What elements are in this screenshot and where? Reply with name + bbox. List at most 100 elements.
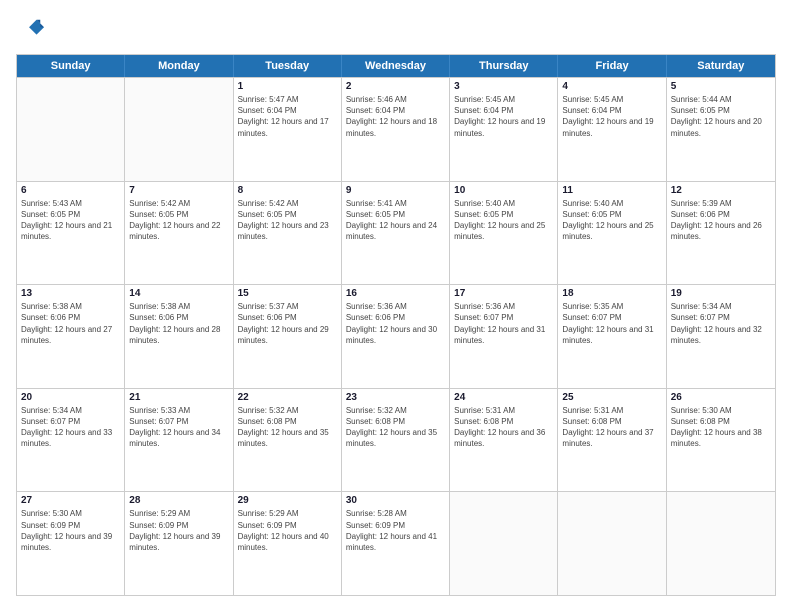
sunset-text: Sunset: 6:06 PM	[346, 312, 445, 323]
sunrise-text: Sunrise: 5:31 AM	[562, 405, 661, 416]
calendar-week-row: 20Sunrise: 5:34 AMSunset: 6:07 PMDayligh…	[17, 388, 775, 492]
calendar-day-header: Sunday	[17, 55, 125, 77]
day-number: 7	[129, 185, 228, 196]
daylight-text: Daylight: 12 hours and 37 minutes.	[562, 427, 661, 449]
sunset-text: Sunset: 6:08 PM	[346, 416, 445, 427]
daylight-text: Daylight: 12 hours and 34 minutes.	[129, 427, 228, 449]
calendar-body: 1Sunrise: 5:47 AMSunset: 6:04 PMDaylight…	[17, 77, 775, 595]
calendar-week-row: 27Sunrise: 5:30 AMSunset: 6:09 PMDayligh…	[17, 491, 775, 595]
daylight-text: Daylight: 12 hours and 20 minutes.	[671, 116, 771, 138]
daylight-text: Daylight: 12 hours and 22 minutes.	[129, 220, 228, 242]
sunset-text: Sunset: 6:07 PM	[129, 416, 228, 427]
calendar-day-header: Wednesday	[342, 55, 450, 77]
daylight-text: Daylight: 12 hours and 35 minutes.	[238, 427, 337, 449]
daylight-text: Daylight: 12 hours and 39 minutes.	[129, 531, 228, 553]
logo-icon	[16, 16, 44, 44]
calendar-cell: 13Sunrise: 5:38 AMSunset: 6:06 PMDayligh…	[17, 285, 125, 388]
day-number: 13	[21, 288, 120, 299]
sunrise-text: Sunrise: 5:29 AM	[129, 508, 228, 519]
sunrise-text: Sunrise: 5:40 AM	[562, 198, 661, 209]
daylight-text: Daylight: 12 hours and 24 minutes.	[346, 220, 445, 242]
day-number: 18	[562, 288, 661, 299]
sunset-text: Sunset: 6:04 PM	[238, 105, 337, 116]
calendar-cell	[450, 492, 558, 595]
calendar-cell: 25Sunrise: 5:31 AMSunset: 6:08 PMDayligh…	[558, 389, 666, 492]
day-number: 8	[238, 185, 337, 196]
calendar-week-row: 1Sunrise: 5:47 AMSunset: 6:04 PMDaylight…	[17, 77, 775, 181]
daylight-text: Daylight: 12 hours and 26 minutes.	[671, 220, 771, 242]
calendar-cell: 14Sunrise: 5:38 AMSunset: 6:06 PMDayligh…	[125, 285, 233, 388]
day-number: 5	[671, 81, 771, 92]
sunrise-text: Sunrise: 5:45 AM	[562, 94, 661, 105]
calendar-cell: 5Sunrise: 5:44 AMSunset: 6:05 PMDaylight…	[667, 78, 775, 181]
sunset-text: Sunset: 6:05 PM	[346, 209, 445, 220]
sunrise-text: Sunrise: 5:45 AM	[454, 94, 553, 105]
calendar-week-row: 13Sunrise: 5:38 AMSunset: 6:06 PMDayligh…	[17, 284, 775, 388]
calendar-cell: 15Sunrise: 5:37 AMSunset: 6:06 PMDayligh…	[234, 285, 342, 388]
sunrise-text: Sunrise: 5:42 AM	[238, 198, 337, 209]
calendar-cell: 28Sunrise: 5:29 AMSunset: 6:09 PMDayligh…	[125, 492, 233, 595]
day-number: 26	[671, 392, 771, 403]
sunset-text: Sunset: 6:09 PM	[21, 520, 120, 531]
daylight-text: Daylight: 12 hours and 19 minutes.	[454, 116, 553, 138]
calendar-cell: 16Sunrise: 5:36 AMSunset: 6:06 PMDayligh…	[342, 285, 450, 388]
sunset-text: Sunset: 6:04 PM	[454, 105, 553, 116]
calendar-day-header: Monday	[125, 55, 233, 77]
daylight-text: Daylight: 12 hours and 17 minutes.	[238, 116, 337, 138]
sunset-text: Sunset: 6:04 PM	[346, 105, 445, 116]
sunset-text: Sunset: 6:05 PM	[129, 209, 228, 220]
daylight-text: Daylight: 12 hours and 21 minutes.	[21, 220, 120, 242]
calendar: SundayMondayTuesdayWednesdayThursdayFrid…	[16, 54, 776, 596]
day-number: 24	[454, 392, 553, 403]
day-number: 20	[21, 392, 120, 403]
day-number: 22	[238, 392, 337, 403]
day-number: 14	[129, 288, 228, 299]
daylight-text: Daylight: 12 hours and 38 minutes.	[671, 427, 771, 449]
sunrise-text: Sunrise: 5:43 AM	[21, 198, 120, 209]
header	[16, 16, 776, 44]
day-number: 12	[671, 185, 771, 196]
day-number: 4	[562, 81, 661, 92]
calendar-cell: 6Sunrise: 5:43 AMSunset: 6:05 PMDaylight…	[17, 182, 125, 285]
calendar-cell: 26Sunrise: 5:30 AMSunset: 6:08 PMDayligh…	[667, 389, 775, 492]
day-number: 23	[346, 392, 445, 403]
daylight-text: Daylight: 12 hours and 39 minutes.	[21, 531, 120, 553]
day-number: 11	[562, 185, 661, 196]
day-number: 19	[671, 288, 771, 299]
day-number: 16	[346, 288, 445, 299]
day-number: 2	[346, 81, 445, 92]
calendar-cell: 12Sunrise: 5:39 AMSunset: 6:06 PMDayligh…	[667, 182, 775, 285]
daylight-text: Daylight: 12 hours and 35 minutes.	[346, 427, 445, 449]
page: SundayMondayTuesdayWednesdayThursdayFrid…	[0, 0, 792, 612]
calendar-cell: 7Sunrise: 5:42 AMSunset: 6:05 PMDaylight…	[125, 182, 233, 285]
sunrise-text: Sunrise: 5:30 AM	[21, 508, 120, 519]
sunrise-text: Sunrise: 5:29 AM	[238, 508, 337, 519]
calendar-day-header: Friday	[558, 55, 666, 77]
sunset-text: Sunset: 6:09 PM	[346, 520, 445, 531]
sunrise-text: Sunrise: 5:35 AM	[562, 301, 661, 312]
sunrise-text: Sunrise: 5:36 AM	[346, 301, 445, 312]
sunset-text: Sunset: 6:08 PM	[454, 416, 553, 427]
day-number: 17	[454, 288, 553, 299]
daylight-text: Daylight: 12 hours and 18 minutes.	[346, 116, 445, 138]
sunrise-text: Sunrise: 5:34 AM	[671, 301, 771, 312]
calendar-cell: 30Sunrise: 5:28 AMSunset: 6:09 PMDayligh…	[342, 492, 450, 595]
daylight-text: Daylight: 12 hours and 33 minutes.	[21, 427, 120, 449]
calendar-cell	[667, 492, 775, 595]
daylight-text: Daylight: 12 hours and 27 minutes.	[21, 324, 120, 346]
sunset-text: Sunset: 6:07 PM	[454, 312, 553, 323]
daylight-text: Daylight: 12 hours and 25 minutes.	[454, 220, 553, 242]
sunset-text: Sunset: 6:06 PM	[671, 209, 771, 220]
calendar-cell	[125, 78, 233, 181]
calendar-cell: 24Sunrise: 5:31 AMSunset: 6:08 PMDayligh…	[450, 389, 558, 492]
calendar-day-header: Tuesday	[234, 55, 342, 77]
calendar-cell: 3Sunrise: 5:45 AMSunset: 6:04 PMDaylight…	[450, 78, 558, 181]
sunset-text: Sunset: 6:07 PM	[671, 312, 771, 323]
sunrise-text: Sunrise: 5:33 AM	[129, 405, 228, 416]
calendar-cell: 20Sunrise: 5:34 AMSunset: 6:07 PMDayligh…	[17, 389, 125, 492]
logo	[16, 16, 48, 44]
sunset-text: Sunset: 6:05 PM	[21, 209, 120, 220]
sunset-text: Sunset: 6:06 PM	[21, 312, 120, 323]
calendar-cell: 21Sunrise: 5:33 AMSunset: 6:07 PMDayligh…	[125, 389, 233, 492]
daylight-text: Daylight: 12 hours and 25 minutes.	[562, 220, 661, 242]
